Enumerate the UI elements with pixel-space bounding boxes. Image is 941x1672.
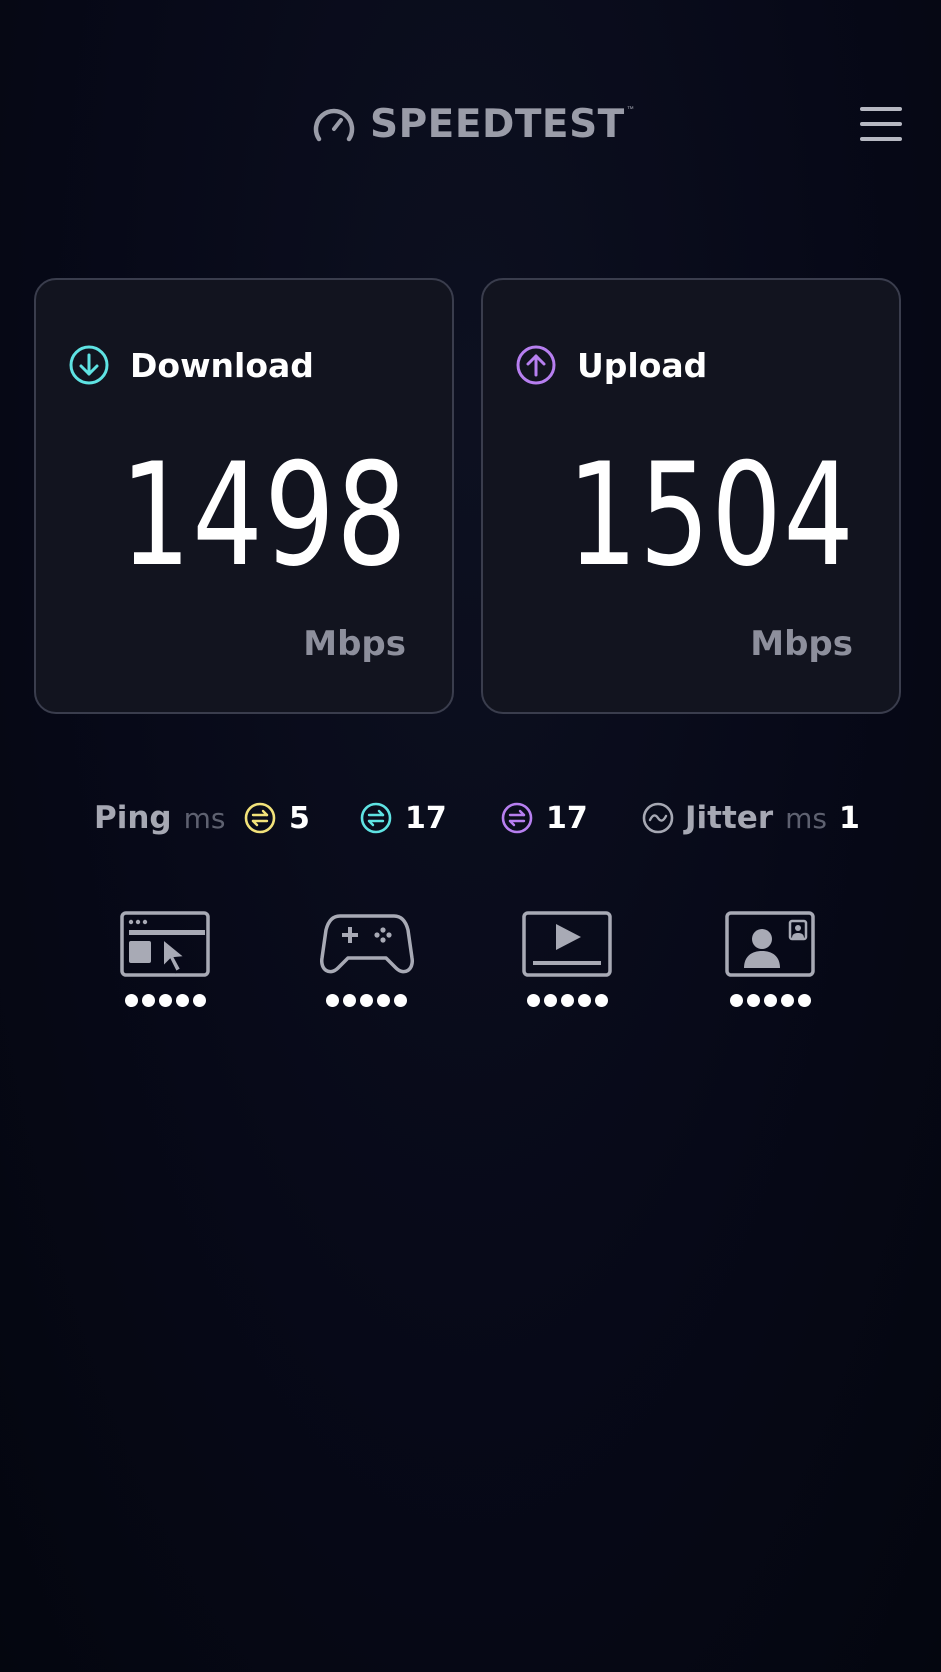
- jitter-value: 1: [839, 800, 860, 836]
- download-speed-value: 1498: [119, 433, 408, 598]
- idle-latency-icon: [244, 802, 276, 834]
- ping-label: Ping: [94, 800, 172, 836]
- upload-latency-icon: [501, 802, 533, 834]
- menu-button[interactable]: [857, 103, 907, 143]
- app-web-browsing[interactable]: [119, 910, 213, 1010]
- upload-unit: Mbps: [750, 624, 853, 664]
- download-card: Download 1498 Mbps: [34, 278, 454, 714]
- jitter-wave-icon: [642, 802, 674, 834]
- video-call-icon: [725, 911, 815, 977]
- ping-upload-value: 17: [546, 800, 588, 836]
- video-play-icon: [522, 911, 612, 977]
- download-header: Download: [68, 344, 314, 386]
- rating-dots: [125, 994, 206, 1007]
- download-label: Download: [130, 345, 314, 385]
- ping-idle[interactable]: 5: [243, 794, 310, 842]
- speedometer-icon: [313, 108, 355, 141]
- app-video-chat[interactable]: [724, 910, 818, 1010]
- download-latency-icon: [360, 802, 392, 834]
- ping-download-value: 17: [405, 800, 447, 836]
- ping-idle-value: 5: [289, 800, 310, 836]
- rating-dots: [527, 994, 608, 1007]
- upload-card: Upload 1504 Mbps: [481, 278, 901, 714]
- hamburger-menu-icon: [860, 107, 902, 111]
- trademark-mark: ™: [626, 106, 634, 113]
- app-video-streaming[interactable]: [521, 910, 615, 1010]
- jitter-label: Jitter: [685, 800, 774, 836]
- logo-text: SPEEDTEST: [370, 102, 625, 147]
- upload-label: Upload: [577, 345, 708, 385]
- latency-stats: Ping ms 5 17 17 Jitter ms 1: [0, 794, 941, 842]
- ping-upload[interactable]: 17: [500, 794, 588, 842]
- header: SPEEDTEST ™: [0, 88, 941, 158]
- ping-label-group: Ping ms: [94, 794, 225, 842]
- gamepad-icon: [320, 914, 414, 974]
- browser-cursor-icon: [120, 911, 210, 977]
- ping-download[interactable]: 17: [359, 794, 447, 842]
- jitter-unit: ms: [785, 801, 827, 835]
- rating-dots: [326, 994, 407, 1007]
- upload-header: Upload: [515, 344, 707, 386]
- app-gaming[interactable]: [320, 910, 414, 1010]
- download-unit: Mbps: [303, 624, 406, 664]
- ping-unit: ms: [183, 801, 226, 835]
- rating-dots: [730, 994, 811, 1007]
- app-performance-row: [0, 910, 941, 1010]
- arrow-down-circle-icon: [69, 345, 109, 385]
- upload-speed-value: 1504: [566, 433, 855, 598]
- arrow-up-circle-icon: [516, 345, 556, 385]
- jitter[interactable]: Jitter ms 1: [641, 794, 860, 842]
- speedtest-logo[interactable]: SPEEDTEST ™: [312, 102, 634, 147]
